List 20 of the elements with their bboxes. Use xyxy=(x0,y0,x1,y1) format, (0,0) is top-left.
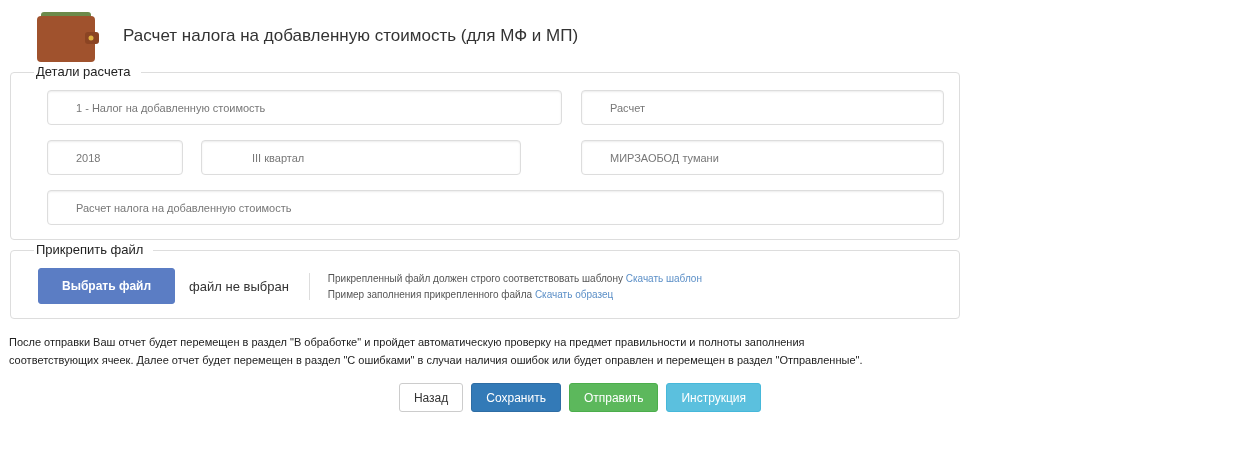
input-field[interactable]: Расчет xyxy=(581,90,944,125)
input-field[interactable]: МИРЗАОБОД тумани xyxy=(581,140,944,175)
input-field[interactable]: 1 - Налог на добавленную стоимость xyxy=(47,90,562,125)
choose-file-button[interactable]: Выбрать файл xyxy=(38,268,176,304)
back-button[interactable]: Назад xyxy=(398,383,464,412)
note-text: Пример заполнения прикрепленного файла Скачать образец xyxy=(327,288,615,300)
send-button[interactable]: Отправить xyxy=(568,383,659,412)
download-link[interactable]: Скачать образец xyxy=(534,288,614,300)
note-text: Прикрепленный файл должен строго соответствовать шаблону Скачать шаблон xyxy=(327,272,702,284)
notice-text: После отправки Ваш отчет будет перемещен в раздел "В обработке" и пройдет автоматическую проверку на предмет правильности и полноты заполнения соответствующих ячеек. Далее отчет будет перемещен в раздел "С ошибками" в случаи наличия ошибок или будет оправлен и перемещен в раздел "Отправленные". xyxy=(9,335,864,368)
page-title: Расчет налога на добавленную стоимость (для МФ и МП) xyxy=(123,26,579,46)
input-field[interactable]: 2018 xyxy=(47,140,183,175)
section-legend: Прикрепить файл xyxy=(34,242,154,257)
download-link[interactable]: Скачать шаблон xyxy=(625,272,702,284)
section-legend: Детали расчета xyxy=(34,64,141,79)
input-field[interactable]: Расчет налога на добавленную стоимость xyxy=(47,190,944,225)
save-button[interactable]: Сохранить xyxy=(471,383,561,412)
input-field[interactable]: III квартал xyxy=(201,140,521,175)
wallet-icon xyxy=(37,10,99,62)
file-status: файл не выбран xyxy=(189,278,289,294)
